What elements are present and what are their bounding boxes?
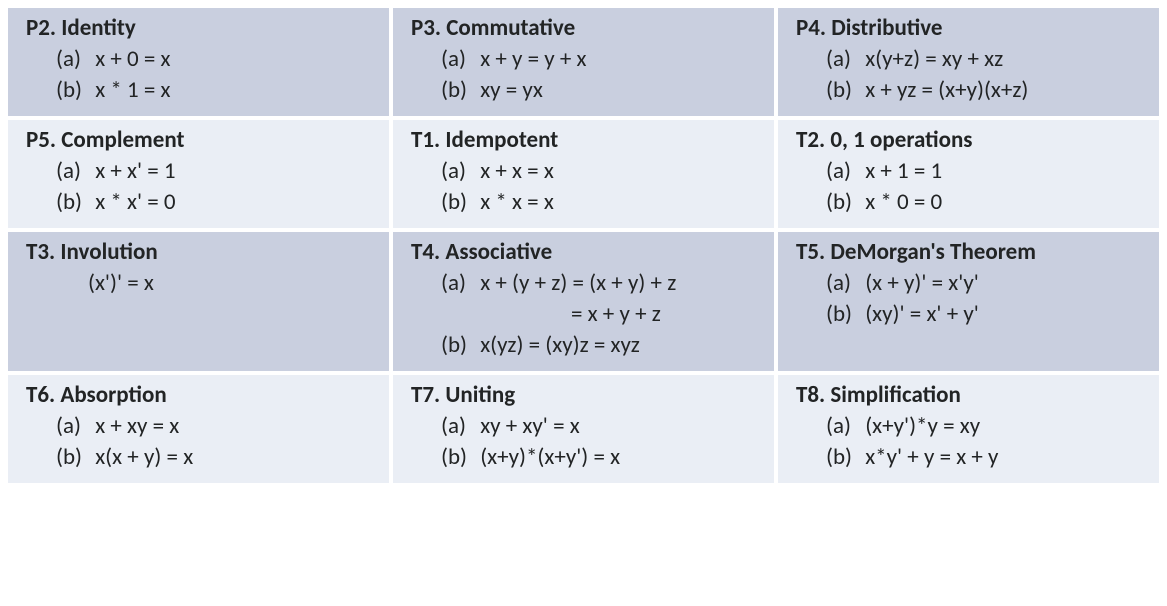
- equation-text: (x+y)*(x+y') = x: [480, 443, 620, 471]
- equation-text: x * x' = 0: [95, 188, 175, 216]
- cell-T2: T2. 0, 1 operations(a) x + 1 = 1(b) x * …: [778, 120, 1159, 228]
- equation: (b) x + yz = (x+y)(x+z): [796, 75, 1149, 106]
- equation: (a) x + xy = x: [26, 411, 379, 442]
- cell-T4: T4. Associative(a) x + (y + z) = (x + y)…: [393, 232, 774, 371]
- equation-text: x(y+z) = xy + xz: [865, 45, 1003, 73]
- equation-label: (b): [56, 442, 90, 473]
- equation: (a) x + 1 = 1: [796, 156, 1149, 187]
- equation-text: x * 1 = x: [95, 76, 170, 104]
- equation-text: xy = yx: [480, 76, 543, 104]
- equation-label: (a): [826, 156, 860, 187]
- cell-title: T6. Absorption: [26, 381, 379, 409]
- cell-P2: P2. Identity(a) x + 0 = x(b) x * 1 = x: [8, 8, 389, 116]
- equation-text: x + 0 = x: [95, 45, 170, 73]
- equation-label: (b): [826, 442, 860, 473]
- cell-title: P3. Commutative: [411, 14, 764, 42]
- equation-text: x + xy = x: [95, 412, 179, 440]
- equation-label: (a): [441, 268, 475, 299]
- laws-table: P2. Identity(a) x + 0 = x(b) x * 1 = xP3…: [8, 8, 1159, 483]
- equation-label: (b): [826, 187, 860, 218]
- cell-title: T3. Involution: [26, 238, 379, 266]
- equation: (b) x * 0 = 0: [796, 187, 1149, 218]
- equation-label: (b): [441, 330, 475, 361]
- equation-label: (b): [441, 75, 475, 106]
- equation-text: x + 1 = 1: [865, 157, 942, 185]
- equation-label: (a): [441, 44, 475, 75]
- equation-text: (x+y')*y = xy: [865, 412, 980, 440]
- equation: (b) x * 1 = x: [26, 75, 379, 106]
- equation-label: (b): [441, 187, 475, 218]
- equation-text: x + y = y + x: [480, 45, 586, 73]
- equation-label: (a): [826, 268, 860, 299]
- equation-text: (xy)' = x' + y': [865, 300, 979, 328]
- equation: (b) x * x' = 0: [26, 187, 379, 218]
- equation-text: x + yz = (x+y)(x+z): [865, 76, 1028, 104]
- equation-text: x * 0 = 0: [865, 188, 942, 216]
- equation-label: (a): [56, 44, 90, 75]
- cell-T5: T5. DeMorgan's Theorem(a) (x + y)' = x'y…: [778, 232, 1159, 371]
- cell-title: T7. Uniting: [411, 381, 764, 409]
- cell-T8: T8. Simplification(a) (x+y')*y = xy(b) x…: [778, 375, 1159, 483]
- equation: (b) x(yz) = (xy)z = xyz: [411, 330, 764, 361]
- equation: (b) x*y' + y = x + y: [796, 442, 1149, 473]
- equation-text: (x + y)' = x'y': [865, 269, 979, 297]
- equation: (a) x(y+z) = xy + xz: [796, 44, 1149, 75]
- equation: (a) xy + xy' = x: [411, 411, 764, 442]
- equation-label: (a): [56, 156, 90, 187]
- cell-T1: T1. Idempotent(a) x + x = x(b) x * x = x: [393, 120, 774, 228]
- cell-T3: T3. Involution(x')' = x: [8, 232, 389, 371]
- equation-text: x(x + y) = x: [95, 443, 193, 471]
- equation-label: (a): [826, 411, 860, 442]
- equation: (a) (x+y')*y = xy: [796, 411, 1149, 442]
- equation: (b) x(x + y) = x: [26, 442, 379, 473]
- equation: (a) x + x = x: [411, 156, 764, 187]
- cell-P4: P4. Distributive(a) x(y+z) = xy + xz(b) …: [778, 8, 1159, 116]
- cell-title: T2. 0, 1 operations: [796, 126, 1149, 154]
- equation-text: xy + xy' = x: [480, 412, 580, 440]
- equation-label: (b): [826, 299, 860, 330]
- cell-title: T8. Simplification: [796, 381, 1149, 409]
- equation-text: x*y' + y = x + y: [865, 443, 998, 471]
- cell-title: T1. Idempotent: [411, 126, 764, 154]
- equation-label: (a): [56, 411, 90, 442]
- equation: (a) x + y = y + x: [411, 44, 764, 75]
- cell-title: P4. Distributive: [796, 14, 1149, 42]
- equation: (b) (x+y)*(x+y') = x: [411, 442, 764, 473]
- equation-continuation: = x + y + z: [411, 299, 764, 330]
- equation: (b) xy = yx: [411, 75, 764, 106]
- cell-title: P5. Complement: [26, 126, 379, 154]
- cell-T7: T7. Uniting(a) xy + xy' = x(b) (x+y)*(x+…: [393, 375, 774, 483]
- equation: (b) (xy)' = x' + y': [796, 299, 1149, 330]
- equation-text: x * x = x: [480, 188, 554, 216]
- equation: (a) x + x' = 1: [26, 156, 379, 187]
- equation-label: (b): [441, 442, 475, 473]
- equation-text: x + x = x: [480, 157, 554, 185]
- equation: (b) x * x = x: [411, 187, 764, 218]
- equation-text: x + x' = 1: [95, 157, 175, 185]
- equation: (a) x + 0 = x: [26, 44, 379, 75]
- equation-text: x(yz) = (xy)z = xyz: [480, 331, 640, 359]
- cell-P5: P5. Complement(a) x + x' = 1(b) x * x' =…: [8, 120, 389, 228]
- equation: (a) x + (y + z) = (x + y) + z: [411, 268, 764, 299]
- cell-title: P2. Identity: [26, 14, 379, 42]
- equation-label: (b): [826, 75, 860, 106]
- equation: (a) (x + y)' = x'y': [796, 268, 1149, 299]
- cell-P3: P3. Commutative(a) x + y = y + x(b) xy =…: [393, 8, 774, 116]
- equation: (x')' = x: [26, 268, 379, 299]
- cell-title: T4. Associative: [411, 238, 764, 266]
- equation-label: (b): [56, 75, 90, 106]
- equation-text: x + (y + z) = (x + y) + z: [480, 269, 676, 297]
- equation-label: (b): [56, 187, 90, 218]
- cell-title: T5. DeMorgan's Theorem: [796, 238, 1149, 266]
- equation-label: (a): [441, 411, 475, 442]
- cell-T6: T6. Absorption(a) x + xy = x(b) x(x + y)…: [8, 375, 389, 483]
- equation-label: (a): [826, 44, 860, 75]
- equation-label: (a): [441, 156, 475, 187]
